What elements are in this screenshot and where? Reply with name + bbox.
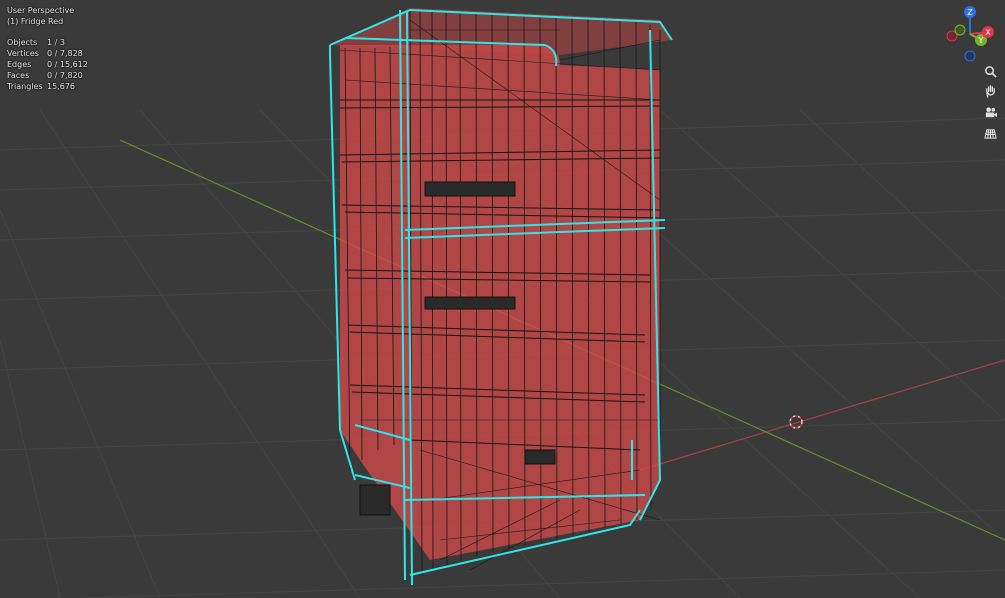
scene-statistics: Objects 1 / 3 Vertices 0 / 7,828 Edges 0 / … xyxy=(7,37,88,92)
3d-viewport[interactable] xyxy=(0,0,1005,598)
stat-row-triangles: Triangles 15,676 xyxy=(7,81,88,92)
stat-label: Faces xyxy=(7,71,30,80)
hand-pan-icon xyxy=(985,84,995,98)
gizmo-axis-x-label: X xyxy=(985,28,991,37)
stat-label: Objects xyxy=(7,38,38,47)
zoom-icon xyxy=(984,65,997,78)
navigation-gizmo[interactable]: Z Y X xyxy=(940,4,1000,62)
stat-row-edges: Edges 0 / 15,612 xyxy=(7,59,88,70)
zoom-button[interactable] xyxy=(980,61,1000,81)
active-object-name: (1) Fridge Red xyxy=(7,17,64,26)
stat-label: Triangles xyxy=(7,82,43,91)
stat-value: 15,676 xyxy=(47,82,75,91)
stat-label: Vertices xyxy=(7,49,39,58)
ortho-toggle-button[interactable] xyxy=(980,123,1000,143)
camera-view-button[interactable] xyxy=(980,102,1000,122)
stat-value: 1 / 3 xyxy=(47,38,65,47)
stat-value: 0 / 15,612 xyxy=(47,60,88,69)
stat-row-vertices: Vertices 0 / 7,828 xyxy=(7,48,88,59)
grid-ortho-icon xyxy=(983,128,997,139)
stat-row-faces: Faces 0 / 7,820 xyxy=(7,70,88,81)
view-name: User Perspective xyxy=(7,6,75,15)
camera-icon xyxy=(985,106,997,117)
viewport-header: User Perspective (1) Fridge Red xyxy=(7,5,74,27)
gizmo-axis-z-label: Z xyxy=(967,8,973,17)
stat-row-objects: Objects 1 / 3 xyxy=(7,37,88,48)
stat-label: Edges xyxy=(7,60,32,69)
fridge-mesh[interactable] xyxy=(329,8,673,586)
gizmo-axis-y-label: Y xyxy=(978,36,984,45)
pan-button[interactable] xyxy=(980,81,1000,101)
gizmo-axis-z[interactable]: Z xyxy=(964,6,976,18)
stat-value: 0 / 7,820 xyxy=(47,71,83,80)
stat-value: 0 / 7,828 xyxy=(47,49,83,58)
gizmo-axis-x[interactable]: X xyxy=(982,26,994,38)
